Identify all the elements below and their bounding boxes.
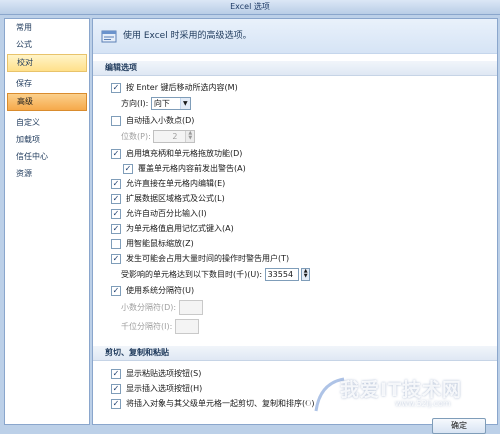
intellimouse-label: 用智能鼠标缩放(Z) [126,239,194,248]
option-alert-slow[interactable]: 发生可能会占用大量时间的操作时警告用户(T) [93,251,497,266]
option-cut-copy-sort[interactable]: 将插入对象与其父级单元格一起剪切、复制和排序(O) [93,396,497,411]
insert-options-label: 显示插入选项按钮(H) [126,384,203,393]
extend-formats-label: 扩展数据区域格式及公式(L) [126,194,225,203]
alert-slow-checkbox[interactable] [111,253,121,264]
intellimouse-checkbox[interactable] [111,238,121,249]
chevron-down-icon: ▼ [179,98,190,109]
insert-options-checkbox[interactable] [111,383,121,394]
extend-formats-checkbox[interactable] [111,193,121,204]
cells-threshold-input[interactable]: 33554 [264,268,299,281]
move-after-enter-label: 按 Enter 键后移动所选内容(M) [126,83,238,92]
auto-decimal-label: 自动插入小数点(D) [126,116,195,125]
option-intellimouse[interactable]: 用智能鼠标缩放(Z) [93,236,497,251]
window-title: Excel 选项 [0,0,500,15]
places-spinner[interactable]: 2 ▲ ▼ [153,130,196,143]
sidebar-item-resources[interactable]: 资源 [7,166,87,182]
direction-label: 方向(I): [121,99,149,108]
direction-select[interactable]: 向下 ▼ [150,97,191,110]
option-extend-formats[interactable]: 扩展数据区域格式及公式(L) [93,191,497,206]
sidebar-item-proofing[interactable]: 校对 [7,54,87,72]
autocomplete-checkbox[interactable] [111,223,121,234]
cells-threshold-label: 受影响的单元格达到以下数目时(千)(U): [121,270,263,279]
thousands-separator-row: 千位分隔符(I): [93,317,497,336]
option-system-separators[interactable]: 使用系统分隔符(U) [93,283,497,298]
option-auto-decimal[interactable]: 自动插入小数点(D) [93,113,497,128]
places-label: 位数(P): [121,132,151,141]
direction-value: 向下 [153,99,170,108]
fill-handle-checkbox[interactable] [111,148,121,159]
sidebar-item-advanced[interactable]: 高级 [7,93,87,111]
page-header: 使用 Excel 时采用的高级选项。 [93,19,497,54]
editing-options-heading: 编辑选项 [93,61,497,76]
decimal-separator-label: 小数分隔符(D): [121,303,177,312]
alert-overwrite-checkbox[interactable] [123,163,133,174]
decimal-separator-input[interactable] [178,300,203,315]
alert-overwrite-label: 覆盖单元格内容前发出警告(A) [138,164,246,173]
alert-slow-label: 发生可能会占用大量时间的操作时警告用户(T) [126,254,290,263]
option-fill-handle[interactable]: 启用填充柄和单元格拖放功能(D) [93,146,497,161]
ok-button[interactable]: 确定 [432,418,486,434]
thousands-separator-label: 千位分隔符(I): [121,322,173,331]
sidebar-item-general[interactable]: 常用 [7,20,87,36]
auto-percent-checkbox[interactable] [111,208,121,219]
options-sidebar: 常用 公式 校对 保存 高级 自定义 加载项 信任中心 资源 [4,18,90,425]
sidebar-item-customize[interactable]: 自定义 [7,115,87,131]
paste-options-checkbox[interactable] [111,368,121,379]
option-autocomplete[interactable]: 为单元格值启用记忆式键入(A) [93,221,497,236]
places-value: 2 [172,132,178,141]
fill-handle-label: 启用填充柄和单元格拖放功能(D) [126,149,243,158]
option-move-after-enter[interactable]: 按 Enter 键后移动所选内容(M) [93,80,497,95]
paste-options-label: 显示粘贴选项按钮(S) [126,369,202,378]
cut-copy-sort-label: 将插入对象与其父级单元格一起剪切、复制和排序(O) [126,399,315,408]
places-row: 位数(P): 2 ▲ ▼ [93,128,497,146]
thousands-separator-input[interactable] [174,319,199,334]
cut-copy-paste-heading: 剪切、复制和粘贴 [93,346,497,361]
edit-in-cell-label: 允许直接在单元格内编辑(E) [126,179,226,188]
system-separators-label: 使用系统分隔符(U) [126,286,195,295]
sidebar-item-formulas[interactable]: 公式 [7,37,87,53]
decimal-separator-row: 小数分隔符(D): [93,298,497,317]
system-separators-checkbox[interactable] [111,285,121,296]
move-after-enter-checkbox[interactable] [111,82,121,93]
sidebar-item-save[interactable]: 保存 [7,76,87,92]
options-content: 使用 Excel 时采用的高级选项。 编辑选项 按 Enter 键后移动所选内容… [92,18,498,425]
spinner-arrows-icon[interactable]: ▲ ▼ [301,268,311,281]
direction-row: 方向(I): 向下 ▼ [93,95,497,113]
sidebar-item-trust-center[interactable]: 信任中心 [7,149,87,165]
spinner-arrows-icon: ▲ ▼ [185,131,195,142]
auto-percent-label: 允许自动百分比输入(I) [126,209,207,218]
edit-in-cell-checkbox[interactable] [111,178,121,189]
sidebar-item-addins[interactable]: 加载项 [7,132,87,148]
option-alert-overwrite[interactable]: 覆盖单元格内容前发出警告(A) [93,161,497,176]
option-paste-options[interactable]: 显示粘贴选项按钮(S) [93,366,497,381]
option-auto-percent[interactable]: 允许自动百分比输入(I) [93,206,497,221]
cut-copy-sort-checkbox[interactable] [111,398,121,409]
auto-decimal-checkbox[interactable] [111,115,121,126]
advanced-options-icon [101,30,117,43]
option-insert-options[interactable]: 显示插入选项按钮(H) [93,381,497,396]
cells-threshold-row: 受影响的单元格达到以下数目时(千)(U): 33554 ▲ ▼ [93,266,497,283]
autocomplete-label: 为单元格值启用记忆式键入(A) [126,224,234,233]
page-description: 使用 Excel 时采用的高级选项。 [123,31,252,41]
option-edit-in-cell[interactable]: 允许直接在单元格内编辑(E) [93,176,497,191]
